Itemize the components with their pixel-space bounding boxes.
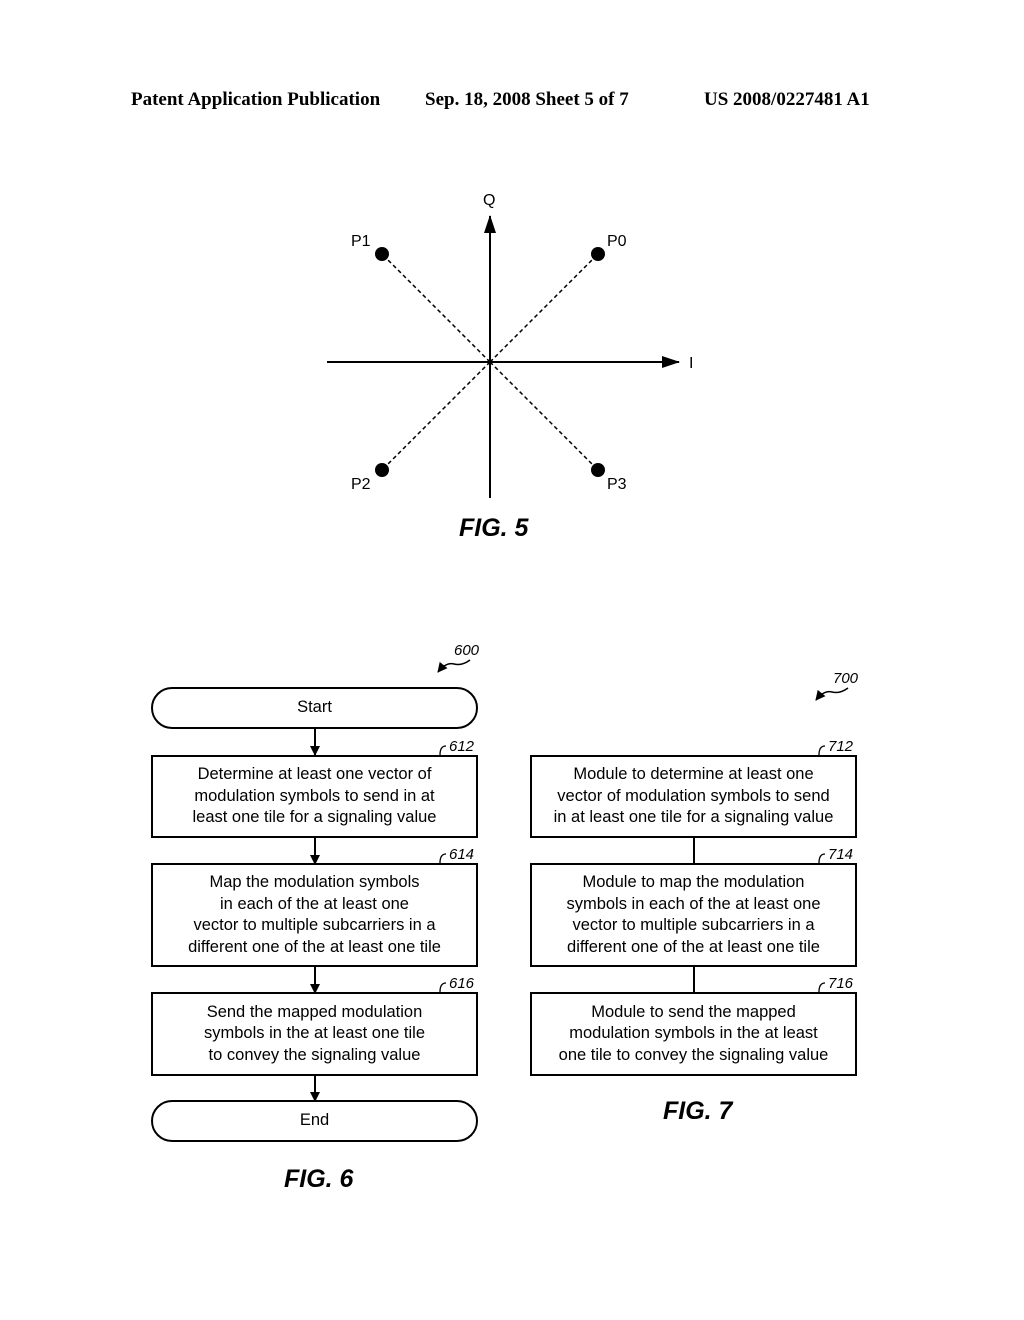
module-714: Module to map the modulation symbols in … (530, 863, 857, 967)
ref-614: 614 (449, 846, 474, 863)
ref-714: 714 (828, 846, 853, 863)
module-712-line: vector of modulation symbols to send (557, 786, 830, 805)
fig6-ref-number: 600 (454, 642, 480, 659)
step-614-line: Map the modulation symbols (209, 873, 420, 891)
i-axis-label: I (689, 355, 693, 372)
q-axis-label: Q (483, 192, 495, 209)
step-616-line: symbols in the at least one tile (203, 1024, 426, 1043)
step-612-line: Determine at least one vector of (197, 765, 432, 784)
dashed-vector-p1 (381, 253, 491, 363)
fig6-caption: FIG. 6 (284, 1165, 355, 1193)
flow-step-616: Send the mapped modulation symbols in th… (151, 992, 478, 1076)
module-712: Module to determine at least one vector … (530, 755, 857, 838)
module-712-line: Module to determine at least one (573, 765, 814, 784)
module-714-line: symbols in each of the at least one (566, 894, 821, 913)
step-616-line: to convey the signaling value (208, 1045, 421, 1064)
constellation-point-p0 (591, 247, 605, 261)
ref-612: 612 (449, 738, 475, 755)
fig7-ref-number: 700 (833, 670, 859, 687)
fig5-constellation: Q I P0 P1 P2 P3 FIG. 5 (327, 192, 693, 542)
flow-end: End (151, 1100, 478, 1142)
constellation-point-p2 (375, 463, 389, 477)
flow-step-614: Map the modulation symbols in each of th… (151, 863, 478, 967)
flow-start: Start (151, 687, 478, 729)
ref-612-leader (439, 745, 447, 756)
ref-716-leader (818, 982, 826, 993)
module-716-line: Module to send the mapped (591, 1002, 796, 1021)
module-712-line: in at least one tile for a signaling val… (553, 808, 834, 827)
point-label-p2: P2 (351, 476, 371, 493)
fig6-ref-leader (437, 659, 471, 673)
flow-start-label: Start (297, 698, 332, 717)
module-716-line: one tile to convey the signaling value (558, 1045, 829, 1064)
dashed-vector-p0 (489, 253, 599, 363)
dashed-vector-p3 (489, 361, 599, 471)
constellation-point-p1 (375, 247, 389, 261)
point-label-p0: P0 (607, 233, 627, 250)
ref-716: 716 (828, 975, 854, 992)
point-label-p3: P3 (607, 476, 627, 493)
module-714-line: Module to map the modulation (582, 873, 805, 891)
ref-614-leader (439, 853, 447, 864)
module-714-line: vector to multiple subcarriers in a (572, 916, 815, 934)
step-614-line: in each of the at least one (220, 894, 409, 913)
fig7-caption: FIG. 7 (663, 1097, 734, 1125)
ref-714-leader (818, 853, 826, 864)
dashed-vector-p2 (381, 361, 491, 471)
step-614-line: different one of the at least one tile (188, 937, 441, 956)
flow-step-612: Determine at least one vector of modulat… (151, 755, 478, 838)
flow-end-label: End (299, 1111, 330, 1130)
fig6-reference: 600 (437, 642, 480, 673)
step-614-line: vector to multiple subcarriers in a (193, 916, 436, 934)
step-612-line: least one tile for a signaling value (192, 808, 437, 827)
step-612-line: modulation symbols to send in at (194, 786, 435, 805)
fig5-caption: FIG. 5 (459, 514, 530, 542)
point-label-p1: P1 (351, 233, 371, 250)
fig7-reference: 700 (815, 670, 859, 701)
module-714-line: different one of the at least one tile (567, 937, 820, 956)
module-716: Module to send the mapped modulation sym… (530, 992, 857, 1076)
ref-712-leader (818, 745, 826, 756)
module-716-line: modulation symbols in the at least (569, 1024, 818, 1043)
constellation-point-p3 (591, 463, 605, 477)
step-616-line: Send the mapped modulation (206, 1002, 423, 1021)
ref-616: 616 (449, 975, 475, 992)
ref-712: 712 (828, 738, 854, 755)
fig7-ref-leader (815, 687, 849, 701)
ref-616-leader (439, 982, 447, 993)
